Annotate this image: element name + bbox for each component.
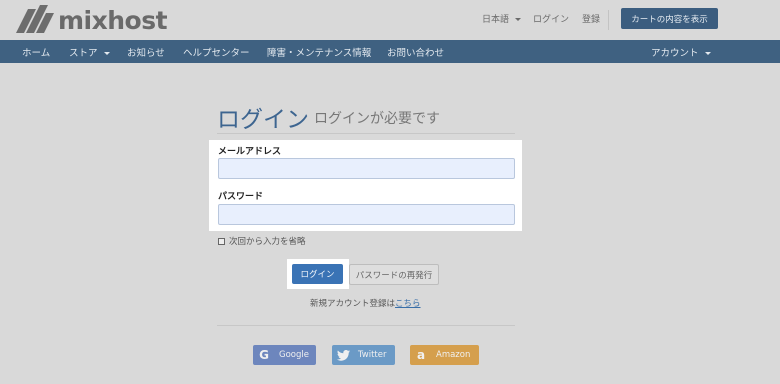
register-link[interactable]: 登録 xyxy=(582,12,600,25)
title-divider xyxy=(217,133,515,134)
password-field[interactable] xyxy=(218,204,515,225)
email-field[interactable] xyxy=(218,158,515,179)
page-title: ログイン xyxy=(217,107,309,133)
signup-prompt: 新規アカウント登録はこちら xyxy=(310,297,421,309)
email-label: メールアドレス xyxy=(218,147,282,157)
language-dropdown[interactable]: 日本語 xyxy=(482,12,522,25)
site-header: mixhost 日本語 ログイン 登録 カートの内容を表示 xyxy=(0,0,780,40)
google-login-button[interactable]: G Google xyxy=(253,345,316,365)
login-link[interactable]: ログイン xyxy=(533,12,569,25)
header-divider xyxy=(608,10,609,30)
nav-account[interactable]: アカウント xyxy=(651,45,711,59)
logo-stripes-icon xyxy=(16,5,54,33)
amazon-icon: a xyxy=(416,348,426,362)
nav-maintenance[interactable]: 障害・メンテナンス情報 xyxy=(267,45,371,59)
chevron-down-icon xyxy=(704,52,711,55)
nav-store[interactable]: ストア xyxy=(69,45,110,59)
password-label: パスワード xyxy=(218,192,264,202)
logo-text: mixhost xyxy=(58,5,168,35)
language-label: 日本語 xyxy=(482,15,510,25)
main-navbar: ホーム ストア お知らせ ヘルプセンター 障害・メンテナンス情報 お問い合わせ … xyxy=(0,40,780,63)
chevron-down-icon xyxy=(515,18,522,21)
view-cart-button[interactable]: カートの内容を表示 xyxy=(621,8,718,29)
amazon-login-button[interactable]: a Amazon xyxy=(410,345,479,365)
nav-account-label: アカウント xyxy=(651,48,699,59)
google-label: Google xyxy=(279,350,309,360)
login-button[interactable]: ログイン xyxy=(292,264,343,284)
google-icon: G xyxy=(259,348,269,362)
social-divider xyxy=(217,325,515,326)
twitter-label: Twitter xyxy=(358,350,387,360)
mixhost-logo[interactable]: mixhost xyxy=(14,3,168,37)
nav-contact[interactable]: お問い合わせ xyxy=(387,45,444,59)
remember-label: 次回から入力を省略 xyxy=(229,237,306,247)
twitter-bird-icon xyxy=(334,345,352,365)
signup-text: 新規アカウント登録は xyxy=(310,299,396,309)
reset-password-button[interactable]: パスワードの再発行 xyxy=(349,264,439,285)
nav-home[interactable]: ホーム xyxy=(22,45,50,59)
nav-help-center[interactable]: ヘルプセンター xyxy=(183,45,250,59)
signup-link[interactable]: こちら xyxy=(395,299,421,309)
remember-checkbox[interactable] xyxy=(218,237,225,245)
twitter-login-button[interactable]: Twitter xyxy=(332,345,395,365)
nav-news[interactable]: お知らせ xyxy=(127,45,165,59)
chevron-down-icon xyxy=(103,52,110,55)
amazon-label: Amazon xyxy=(436,350,471,360)
page-subtitle: ログインが必要です xyxy=(314,111,440,127)
nav-store-label: ストア xyxy=(69,48,98,59)
remember-me[interactable]: 次回から入力を省略 xyxy=(218,235,306,247)
